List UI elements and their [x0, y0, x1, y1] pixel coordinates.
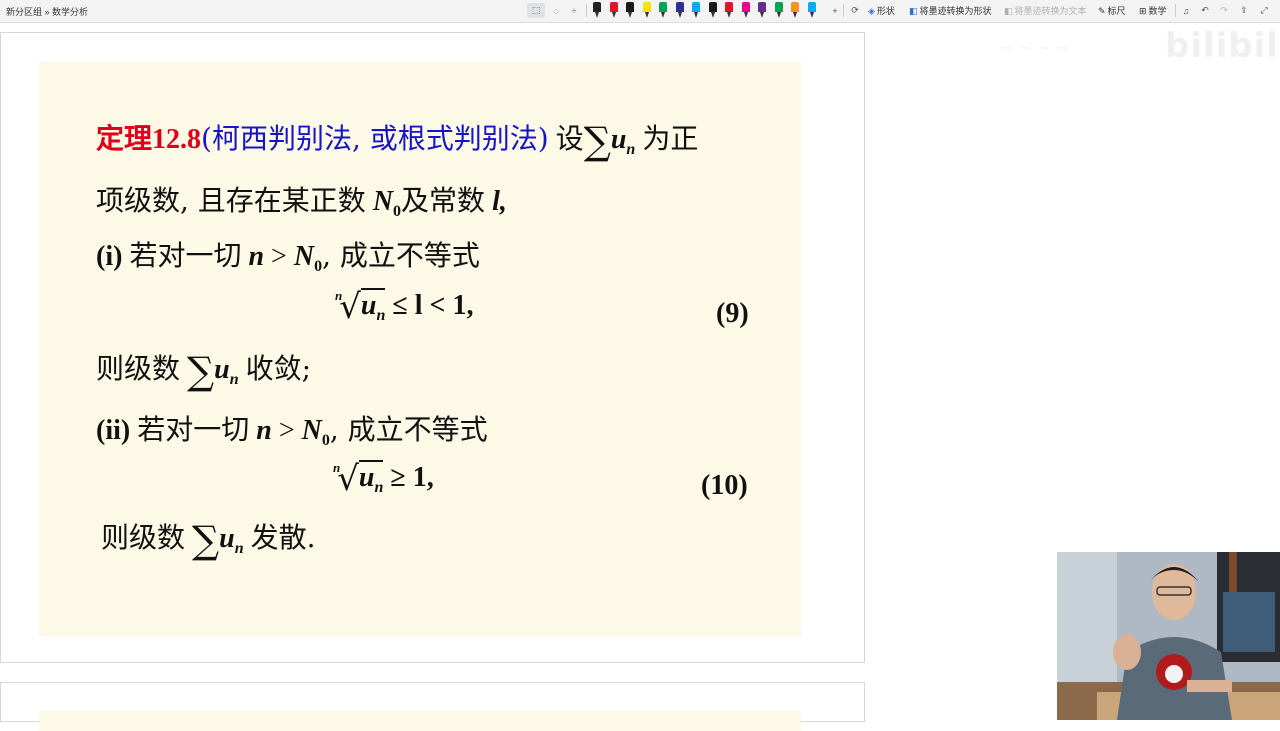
breadcrumb[interactable]: 新分区组 » 数学分析	[6, 5, 88, 18]
case-1-line: (i) 若对一切 n > N0, 成立不等式	[96, 234, 480, 276]
radical-icon-2: √	[337, 459, 359, 499]
redo-icon[interactable]: ↷	[1218, 3, 1230, 18]
pen-9-icon[interactable]	[725, 2, 733, 19]
share-icon[interactable]: ⇪	[1238, 3, 1250, 18]
line2-text-b: 及常数	[401, 184, 486, 217]
pen-12-icon[interactable]	[774, 2, 783, 19]
math-un-3: un	[219, 523, 244, 557]
math-un-2: un	[214, 354, 239, 388]
math-un: un	[610, 124, 636, 158]
convert-shape-icon: ◧	[909, 6, 918, 16]
pen-11-icon[interactable]	[758, 2, 766, 19]
pen-2-icon[interactable]	[609, 2, 618, 19]
pen-13-icon[interactable]	[791, 2, 799, 19]
watermark-faint: ~ ~ ~ ~	[1000, 38, 1069, 57]
webcam-video-icon	[1057, 552, 1280, 720]
conclusion-2-text-a: 则级数	[101, 521, 186, 554]
conclusion-1: 则级数 ∑un 收敛;	[96, 347, 311, 393]
next-slide-page	[0, 682, 865, 731]
pen-5-icon[interactable]	[659, 2, 667, 19]
convert-shape-label: 将墨迹转换为形状	[919, 6, 992, 16]
gt-symbol-2: >	[278, 415, 295, 446]
math-l: l,	[492, 186, 507, 217]
theorem-label: 定理12.8	[96, 124, 202, 155]
math-un-radicand: un	[360, 288, 386, 324]
slide-page: 定理12.8(柯西判别法, 或根式判别法) 设∑un 为正 项级数, 且存在某正…	[0, 32, 865, 663]
pen-3-icon[interactable]	[626, 2, 634, 19]
case-1-text-b: , 成立不等式	[322, 239, 480, 272]
lasso-select-icon[interactable]: ⬚	[527, 3, 545, 18]
expand-icon[interactable]: ⤢	[1258, 3, 1270, 18]
radical-icon: √	[339, 287, 361, 327]
pen-8-icon[interactable]	[708, 2, 717, 19]
pen-6-icon[interactable]	[675, 2, 684, 19]
sum-symbol-2: ∑	[187, 349, 215, 393]
bell-icon[interactable]: ♫	[1180, 3, 1192, 18]
intro-text-2: 为正	[642, 122, 699, 155]
convert-to-shape-button[interactable]: ◧ 将墨迹转换为形状	[909, 4, 992, 17]
line2-text-a: 项级数, 且存在某正数	[96, 184, 366, 217]
bilibili-logo: bilibili	[1165, 26, 1280, 66]
case-2-text-b: , 成立不等式	[329, 413, 488, 446]
convert-to-text-button[interactable]: ◧ 将墨迹转换为文本	[1004, 4, 1087, 17]
math-un-radicand-2: un	[358, 460, 384, 496]
sum-symbol: ∑	[583, 119, 611, 163]
webcam-overlay	[1057, 552, 1280, 720]
math-N0: N0	[372, 186, 402, 220]
pen-14-icon[interactable]	[807, 2, 816, 19]
math-n-case2: n	[256, 415, 272, 446]
shape-icon: ◈	[868, 6, 875, 16]
equation-10: n√un ≥ 1,	[333, 459, 434, 499]
undo-icon[interactable]: ↶	[1199, 3, 1211, 18]
add-pen-icon[interactable]: +	[829, 3, 841, 18]
intro-text-1: 设	[555, 122, 584, 155]
conclusion-2: 则级数 ∑un 发散.	[101, 516, 316, 562]
slide-canvas: 定理12.8(柯西判别法, 或根式判别法) 设∑un 为正 项级数, 且存在某正…	[39, 62, 801, 636]
ribbon-toolbar: 新分区组 » 数学分析 ⬚ ◌ ÷ + ⟳ ◈ 形状 ◧ 将墨迹转换为形状 ◧ 将墨迹…	[0, 0, 1280, 23]
case-2-text-a: 若对一切	[137, 413, 250, 446]
math-button[interactable]: ⊞ 数学	[1139, 4, 1167, 17]
ruler-button[interactable]: ✎ 标尺	[1098, 4, 1126, 17]
case-2-label: (ii)	[96, 415, 131, 446]
math-N0-case2: N0	[301, 415, 330, 449]
eq9-inequality: ≤ l < 1,	[392, 290, 474, 321]
theorem-line-2: 项级数, 且存在某正数 N0及常数 l,	[96, 179, 507, 221]
next-slide-canvas	[39, 711, 801, 731]
gt-symbol: >	[271, 241, 287, 272]
theorem-name: (柯西判别法, 或根式判别法)	[201, 122, 549, 155]
sum-symbol-3: ∑	[192, 518, 220, 562]
case-1-text-a: 若对一切	[129, 239, 242, 272]
math-N0-case1: N0	[293, 241, 323, 275]
insert-space-icon[interactable]: ÷	[567, 3, 581, 18]
equation-9-number: (9)	[716, 298, 749, 329]
case-1-label: (i)	[96, 241, 123, 272]
pen-4-icon[interactable]	[642, 2, 651, 19]
equation-9: n√un ≤ l < 1,	[335, 287, 474, 327]
convert-text-icon: ◧	[1004, 6, 1013, 16]
math-label: 数学	[1148, 6, 1167, 16]
conclusion-1-text-b: 收敛;	[245, 352, 312, 385]
conclusion-1-text-a: 则级数	[96, 352, 181, 385]
eq10-inequality: ≥ 1,	[390, 462, 434, 493]
shape-label: 形状	[876, 6, 895, 16]
math-icon: ⊞	[1139, 6, 1147, 16]
math-n-gt-N0: n	[248, 241, 265, 272]
ruler-label: 标尺	[1107, 6, 1126, 16]
pen-1-icon[interactable]	[593, 2, 601, 19]
ruler-icon: ✎	[1098, 6, 1106, 16]
pen-7-icon[interactable]	[692, 2, 700, 19]
case-2-line: (ii) 若对一切 n > N0, 成立不等式	[96, 408, 488, 450]
pen-10-icon[interactable]	[741, 2, 750, 19]
equation-10-number: (10)	[701, 470, 748, 501]
theorem-heading: 定理12.8(柯西判别法, 或根式判别法) 设∑un 为正	[96, 117, 698, 163]
shape-button[interactable]: ◈ 形状	[868, 4, 895, 17]
eraser-icon[interactable]: ◌	[549, 3, 563, 18]
conclusion-2-text-b: 发散.	[250, 521, 316, 554]
convert-text-label: 将墨迹转换为文本	[1014, 6, 1087, 16]
ink-replay-icon[interactable]: ⟳	[848, 3, 862, 18]
